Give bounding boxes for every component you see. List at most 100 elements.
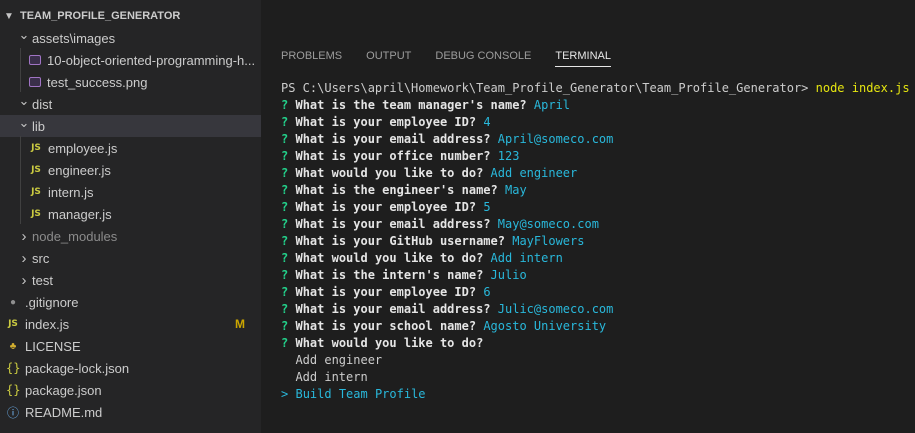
question-mark: ?	[281, 166, 289, 180]
command-text: node index.js	[815, 81, 910, 95]
answer-text: 123	[497, 149, 520, 163]
answer-text: 4	[483, 115, 491, 129]
pointer-icon: >	[281, 387, 289, 401]
chevron-right-icon: ›	[21, 271, 27, 289]
qa-line: ? What would you like to do? Add intern	[281, 250, 910, 267]
tree-item[interactable]: {} package.json	[0, 379, 261, 401]
js-file-icon: JS	[31, 209, 41, 219]
tree-item[interactable]: ⌄ assets\images	[0, 27, 261, 49]
modified-badge: M	[235, 317, 245, 331]
chevron-down-icon: ⌄	[18, 27, 30, 42]
tree-item-label: employee.js	[48, 140, 118, 156]
answer-text: April@someco.com	[497, 132, 614, 146]
answer-text: April	[533, 98, 571, 112]
question-mark: ?	[281, 251, 289, 265]
question-mark: ?	[281, 268, 289, 282]
json-file-icon: {}	[6, 361, 21, 375]
prompt-path: PS C:\Users\april\Homework\Team_Profile_…	[281, 81, 816, 95]
image-file-icon	[29, 77, 41, 87]
tree-item-label: manager.js	[48, 206, 112, 222]
terminal-output[interactable]: PS C:\Users\april\Homework\Team_Profile_…	[281, 80, 910, 403]
menu-option[interactable]: Add engineer	[281, 352, 910, 369]
menu-option[interactable]: > Build Team Profile	[281, 386, 910, 403]
explorer-panel: ▼ TEAM_PROFILE_GENERATOR ⌄ assets\images 1…	[0, 0, 261, 433]
tree-item[interactable]: › test	[0, 269, 261, 291]
question-text: What is your office number?	[295, 149, 491, 163]
tree-item-label: assets\images	[32, 30, 116, 46]
tab-terminal[interactable]: TERMINAL	[555, 50, 611, 67]
qa-line: ? What is your school name? Agosto Unive…	[281, 318, 910, 335]
tree-item-label: 10-object-oriented-programming-h...	[47, 52, 256, 68]
chevron-down-icon: ⌄	[18, 93, 30, 108]
tab-debug-console[interactable]: DEBUG CONSOLE	[435, 50, 531, 67]
answer-text: MayFlowers	[512, 234, 585, 248]
answer-text: 5	[483, 200, 491, 214]
explorer-root-header[interactable]: ▼ TEAM_PROFILE_GENERATOR	[0, 5, 180, 27]
license-icon: ♣	[9, 340, 17, 352]
qa-line: ? What would you like to do? Add enginee…	[281, 165, 910, 182]
answer-text: Agosto University	[483, 319, 607, 333]
tree-item-label: test	[32, 272, 53, 288]
option-label: Add intern	[295, 370, 368, 384]
tree-item-label: src	[32, 250, 50, 266]
tree-item[interactable]: JS manager.js	[0, 203, 261, 225]
js-file-icon: JS	[31, 143, 41, 153]
tree-item[interactable]: {} package-lock.json	[0, 357, 261, 379]
tree-item-label: LICENSE	[25, 338, 81, 354]
question-text: What is your email address?	[295, 132, 491, 146]
terminal-prompt-line: PS C:\Users\april\Homework\Team_Profile_…	[281, 80, 910, 97]
question-mark: ?	[281, 285, 289, 299]
question-text: What is the engineer's name?	[295, 183, 498, 197]
tree-item[interactable]: JS employee.js	[0, 137, 261, 159]
explorer-root-label: TEAM_PROFILE_GENERATOR	[20, 10, 181, 22]
question-mark: ?	[281, 132, 289, 146]
qa-line: ? What is your office number? 123	[281, 148, 910, 165]
question-text: What would you like to do?	[295, 166, 484, 180]
question-mark: ?	[281, 302, 289, 316]
chevron-down-icon: ▼	[4, 10, 14, 22]
tree-item-label: package-lock.json	[25, 360, 130, 376]
chevron-right-icon: ›	[21, 249, 27, 267]
tree-item[interactable]: ⌄ lib	[0, 115, 261, 137]
tree-item[interactable]: JS engineer.js	[0, 159, 261, 181]
tree-item[interactable]: ● .gitignore	[0, 291, 261, 313]
question-text: What is your GitHub username?	[295, 234, 505, 248]
panel-tabs: PROBLEMS OUTPUT DEBUG CONSOLE TERMINAL	[281, 50, 611, 67]
tree-item[interactable]: › src	[0, 247, 261, 269]
tree-item[interactable]: JS intern.js	[0, 181, 261, 203]
question-text: What is your email address?	[295, 302, 491, 316]
answer-text: Add intern	[490, 251, 563, 265]
answer-text: Julic@someco.com	[497, 302, 614, 316]
question-mark: ?	[281, 234, 289, 248]
question-mark: ?	[281, 319, 289, 333]
question-text: What is your employee ID?	[295, 200, 477, 214]
qa-line: ? What is your employee ID? 6	[281, 284, 910, 301]
qa-line: ? What is your employee ID? 4	[281, 114, 910, 131]
question-text: What is the intern's name?	[295, 268, 484, 282]
tree-item[interactable]: 10-object-oriented-programming-h...	[0, 49, 261, 71]
answer-text: Julio	[490, 268, 527, 282]
qa-line: ? What is your employee ID? 5	[281, 199, 910, 216]
tree-item-label: README.md	[25, 404, 103, 420]
tree-item-label: intern.js	[48, 184, 94, 200]
info-icon: ⓘ	[6, 405, 19, 420]
tree-item[interactable]: ⌄ dist	[0, 93, 261, 115]
tree-item[interactable]: ♣ LICENSE	[0, 335, 261, 357]
qa-line: ? What is the team manager's name? April	[281, 97, 910, 114]
indent-guide	[20, 48, 21, 92]
menu-option[interactable]: Add intern	[281, 369, 910, 386]
image-file-icon	[29, 55, 41, 65]
tree-item[interactable]: test_success.png	[0, 71, 261, 93]
chevron-down-icon: ⌄	[18, 115, 30, 130]
tree-item[interactable]: ⓘ README.md	[0, 401, 261, 423]
question-text: What is the team manager's name?	[295, 98, 527, 112]
answer-text: May	[505, 183, 527, 197]
tree-item[interactable]: › node_modules	[0, 225, 261, 247]
answer-text: May@someco.com	[497, 217, 599, 231]
qa-line: ? What is the engineer's name? May	[281, 182, 910, 199]
tab-output[interactable]: OUTPUT	[366, 50, 411, 67]
tree-item-label: index.js	[25, 316, 70, 332]
tab-problems[interactable]: PROBLEMS	[281, 50, 342, 67]
tree-item[interactable]: JS index.js M	[0, 313, 261, 335]
js-file-icon: JS	[31, 165, 41, 175]
